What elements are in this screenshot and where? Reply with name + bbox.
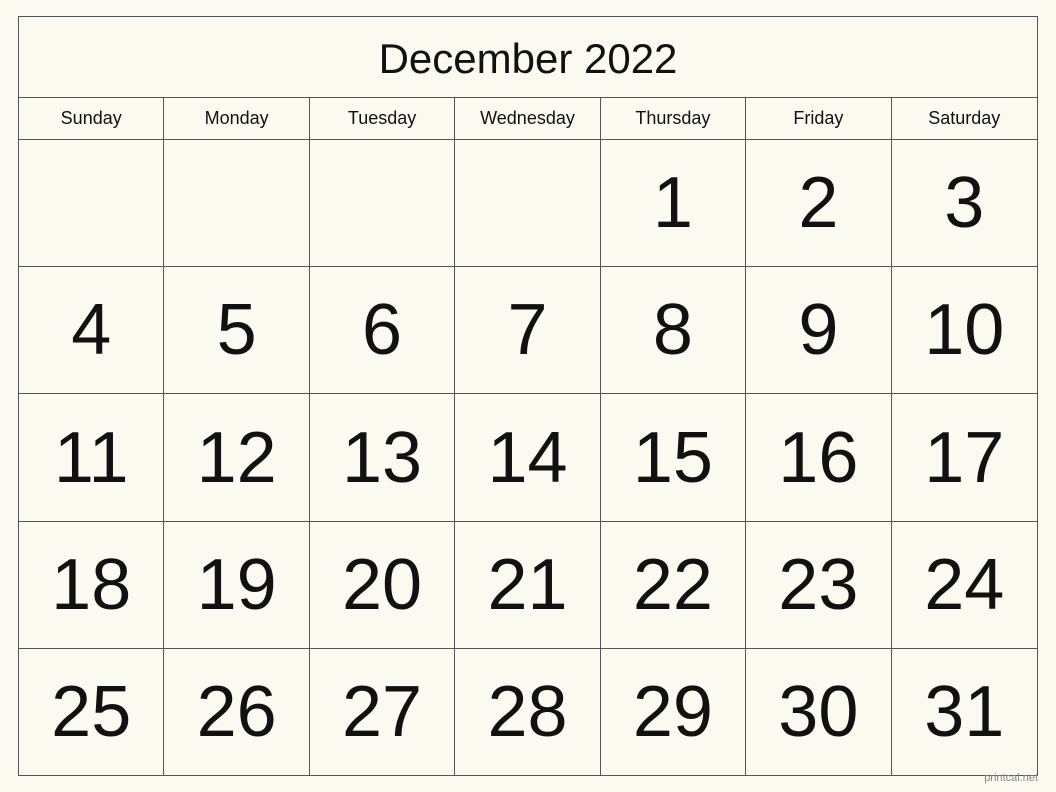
day-cell-22: 22 (601, 522, 746, 648)
day-cell-1: 1 (601, 140, 746, 266)
day-cell-2: 2 (746, 140, 891, 266)
day-cell-5: 5 (164, 267, 309, 393)
day-cell-26: 26 (164, 649, 309, 775)
day-cell-21: 21 (455, 522, 600, 648)
week-row-2: 45678910 (19, 267, 1037, 394)
day-cell-17: 17 (892, 394, 1037, 520)
day-cell-20: 20 (310, 522, 455, 648)
day-header-monday: Monday (164, 98, 309, 139)
day-cell-19: 19 (164, 522, 309, 648)
day-cell-28: 28 (455, 649, 600, 775)
day-cell-25: 25 (19, 649, 164, 775)
day-cell-8: 8 (601, 267, 746, 393)
week-row-4: 18192021222324 (19, 522, 1037, 649)
day-cell-29: 29 (601, 649, 746, 775)
day-cell-7: 7 (455, 267, 600, 393)
day-cell-empty-0-0 (19, 140, 164, 266)
weeks-container: 1234567891011121314151617181920212223242… (19, 140, 1037, 775)
day-cell-18: 18 (19, 522, 164, 648)
day-cell-10: 10 (892, 267, 1037, 393)
day-cell-24: 24 (892, 522, 1037, 648)
week-row-3: 11121314151617 (19, 394, 1037, 521)
day-cell-31: 31 (892, 649, 1037, 775)
calendar-title: December 2022 (19, 17, 1037, 98)
day-cell-6: 6 (310, 267, 455, 393)
day-header-wednesday: Wednesday (455, 98, 600, 139)
day-cell-4: 4 (19, 267, 164, 393)
day-cell-12: 12 (164, 394, 309, 520)
day-cell-16: 16 (746, 394, 891, 520)
week-row-5: 25262728293031 (19, 649, 1037, 775)
day-headers-row: SundayMondayTuesdayWednesdayThursdayFrid… (19, 98, 1037, 140)
week-row-1: 123 (19, 140, 1037, 267)
day-cell-empty-0-2 (310, 140, 455, 266)
day-header-sunday: Sunday (19, 98, 164, 139)
day-cell-11: 11 (19, 394, 164, 520)
day-cell-13: 13 (310, 394, 455, 520)
day-cell-empty-0-1 (164, 140, 309, 266)
calendar-grid: SundayMondayTuesdayWednesdayThursdayFrid… (19, 98, 1037, 775)
day-cell-empty-0-3 (455, 140, 600, 266)
day-cell-30: 30 (746, 649, 891, 775)
day-cell-3: 3 (892, 140, 1037, 266)
watermark: printcal.net (984, 772, 1038, 784)
day-header-tuesday: Tuesday (310, 98, 455, 139)
calendar: December 2022 SundayMondayTuesdayWednesd… (18, 16, 1038, 776)
day-cell-27: 27 (310, 649, 455, 775)
day-cell-14: 14 (455, 394, 600, 520)
day-header-thursday: Thursday (601, 98, 746, 139)
day-header-saturday: Saturday (892, 98, 1037, 139)
day-cell-23: 23 (746, 522, 891, 648)
day-cell-15: 15 (601, 394, 746, 520)
day-header-friday: Friday (746, 98, 891, 139)
day-cell-9: 9 (746, 267, 891, 393)
